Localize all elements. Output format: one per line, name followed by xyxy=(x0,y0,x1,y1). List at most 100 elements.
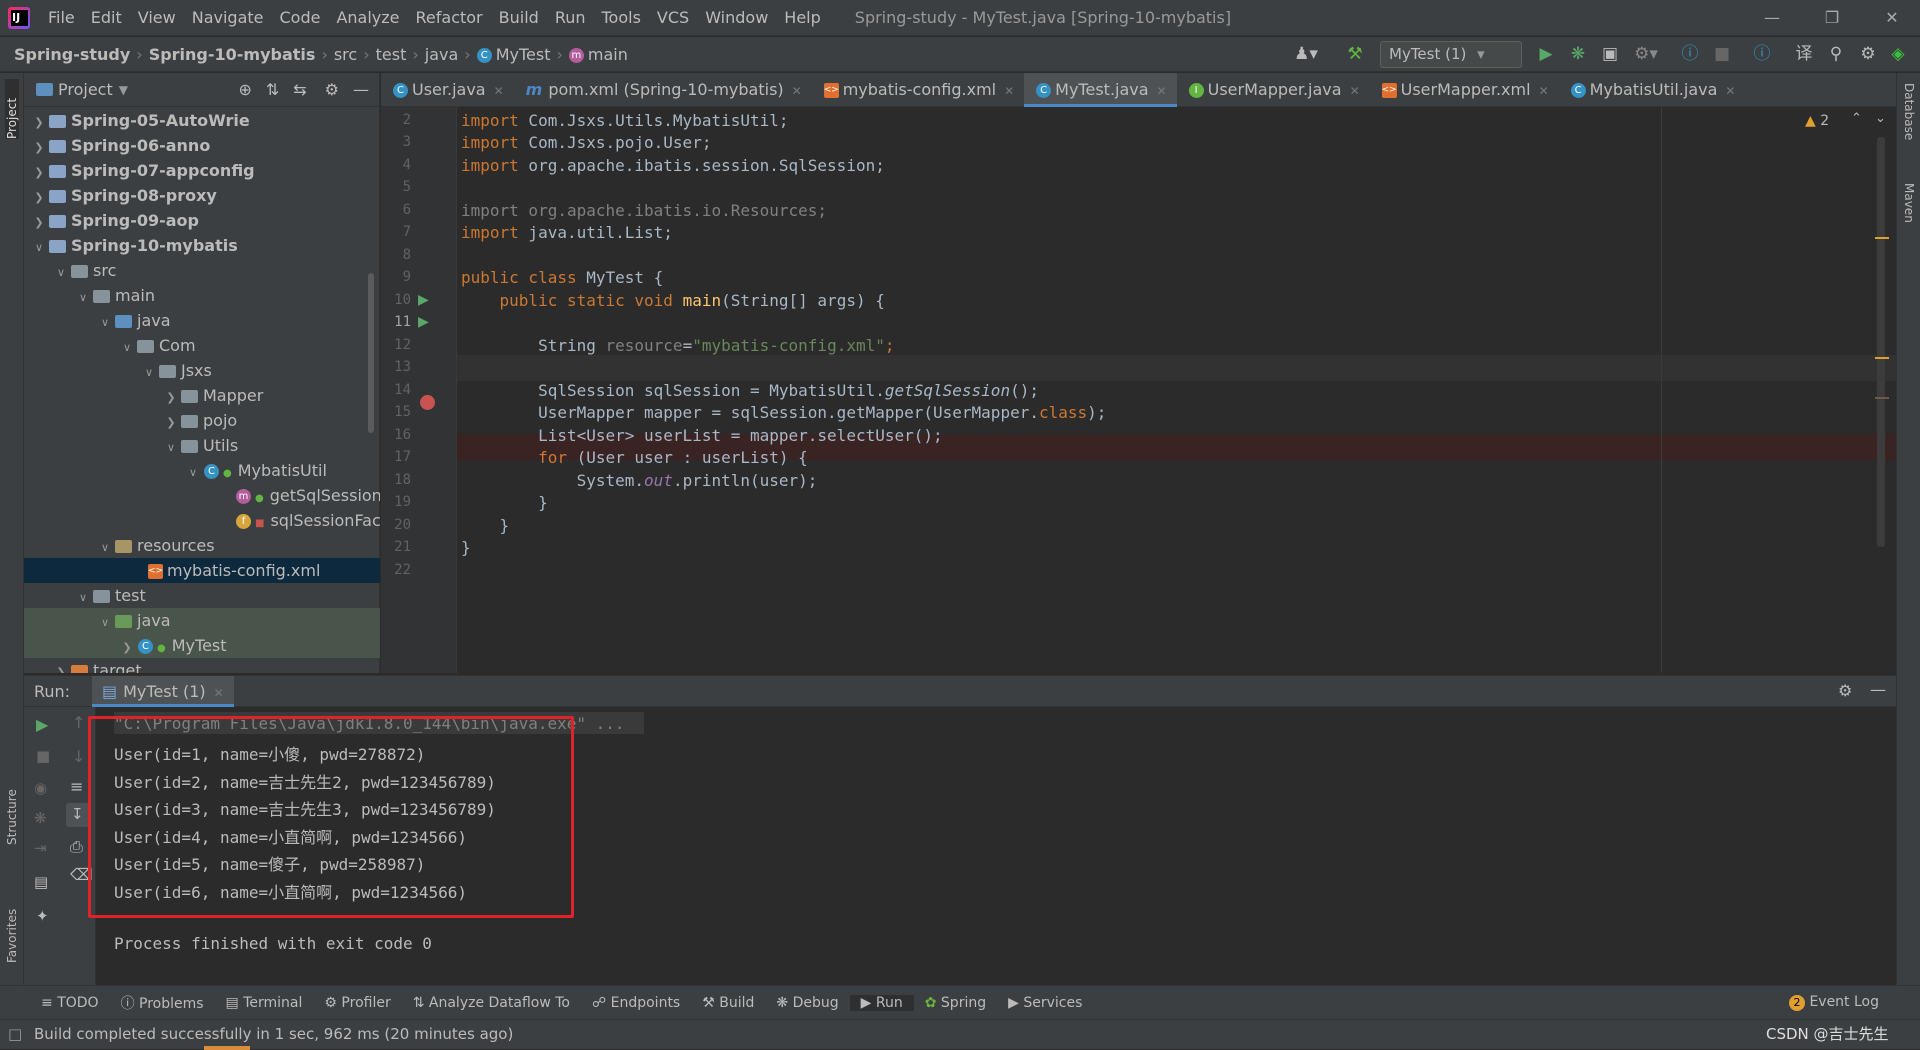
tab-mytest-java[interactable]: C MyTest.java ✕ xyxy=(1024,73,1177,107)
maven-tool-tab[interactable]: Maven xyxy=(1902,183,1916,243)
scroll-to-end-toggle[interactable]: ↧ xyxy=(66,803,90,827)
menu-help[interactable]: Help xyxy=(776,0,828,36)
next-highlight-icon[interactable]: ⌄ xyxy=(1875,111,1886,126)
run-configuration-select[interactable]: MyTest (1) ▾ xyxy=(1380,41,1522,68)
tab-pom-xml[interactable]: m pom.xml (Spring-10-mybatis) ✕ xyxy=(514,73,812,107)
menu-window[interactable]: Window xyxy=(697,0,776,36)
breakpoint-icon[interactable] xyxy=(420,395,435,410)
tree-item-sqlsessionfactory[interactable]: f■sqlSessionFactory xyxy=(24,508,380,533)
tree-item-mybatis-config[interactable]: <> mybatis-config.xml xyxy=(24,558,380,583)
expand-all-icon[interactable]: ⇅ xyxy=(266,80,279,99)
menu-refactor[interactable]: Refactor xyxy=(408,0,491,36)
menu-navigate[interactable]: Navigate xyxy=(184,0,272,36)
build-hammer-icon[interactable]: ⚒ xyxy=(1340,37,1370,72)
hide-panel-icon[interactable]: — xyxy=(353,80,369,99)
menu-tools[interactable]: Tools xyxy=(594,0,649,36)
layout-icon[interactable]: ▤ xyxy=(34,873,48,891)
editor-scrollbar[interactable] xyxy=(1877,137,1885,547)
tree-item-utils[interactable]: ∨ Utils xyxy=(24,433,380,458)
menu-code[interactable]: Code xyxy=(272,0,329,36)
tree-item-mytest[interactable]: ❯ C ● MyTest xyxy=(24,633,380,658)
close-icon[interactable]: ✕ xyxy=(1864,0,1920,36)
structure-tool-tab[interactable]: Structure xyxy=(5,773,19,845)
stop-icon[interactable]: ■ xyxy=(36,747,50,765)
close-tab-icon[interactable]: ✕ xyxy=(214,686,224,700)
tool-tab-analyze-dataflow[interactable]: ⇅ Analyze Dataflow To xyxy=(402,995,581,1011)
tree-item-test[interactable]: ∨ test xyxy=(24,583,380,608)
tool-tab-spring[interactable]: ✿ Spring xyxy=(914,995,997,1011)
tree-item-java[interactable]: ∨ java xyxy=(24,308,380,333)
user-icon[interactable]: ♟▾ xyxy=(1288,37,1324,72)
run-settings-gear-icon[interactable]: ⚙ xyxy=(1838,681,1852,700)
tool-tab-profiler[interactable]: ⚙ Profiler xyxy=(313,995,401,1011)
tool-tab-todo[interactable]: ≡ TODO xyxy=(30,995,110,1011)
project-scrollbar[interactable] xyxy=(368,273,374,433)
debug-bug-icon[interactable]: ❋ xyxy=(1564,37,1592,72)
tree-item-mybatisutil[interactable]: ∨ C ● MybatisUtil xyxy=(24,458,380,483)
tool-tab-terminal[interactable]: ▤ Terminal xyxy=(215,995,314,1011)
hide-run-panel-icon[interactable]: — xyxy=(1870,680,1886,699)
run-icon[interactable]: ▶ xyxy=(1532,37,1560,72)
tree-item-spring05[interactable]: ❯ Spring-05-AutoWrie xyxy=(24,108,380,133)
camera-icon[interactable]: ◉ xyxy=(34,779,47,797)
tree-item-pojo[interactable]: ❯ pojo xyxy=(24,408,380,433)
breadcrumb-module[interactable]: Spring-10-mybatis xyxy=(145,45,320,64)
coverage-icon[interactable]: ▣ xyxy=(1596,37,1624,72)
tree-item-spring08[interactable]: ❯ Spring-08-proxy xyxy=(24,183,380,208)
breadcrumb-test[interactable]: test xyxy=(372,45,411,64)
breadcrumb-class[interactable]: C MyTest xyxy=(473,45,555,64)
warnings-indicator[interactable]: ▲ 2 xyxy=(1805,113,1829,129)
tree-item-com[interactable]: ∨ Com xyxy=(24,333,380,358)
tool-tab-run[interactable]: ▶ Run xyxy=(849,994,914,1011)
tab-mybatisutil-java[interactable]: C MybatisUtil.java ✕ xyxy=(1559,73,1746,107)
run-tab-mytest[interactable]: ▤ MyTest (1) ✕ xyxy=(92,676,234,707)
help-circle-icon[interactable]: ⓘ xyxy=(1676,37,1704,72)
project-tool-tab[interactable]: Project xyxy=(5,79,19,139)
run-gutter-icon[interactable]: ▶ xyxy=(418,314,429,330)
scroll-up-icon[interactable]: ↑ xyxy=(72,713,85,732)
menu-run[interactable]: Run xyxy=(547,0,594,36)
tab-usermapper-java[interactable]: I UserMapper.java ✕ xyxy=(1177,73,1370,107)
warning-marker[interactable] xyxy=(1875,237,1889,239)
tree-item-spring10[interactable]: ∨ Spring-10-mybatis xyxy=(24,233,380,258)
tree-item-src[interactable]: ∨ src xyxy=(24,258,380,283)
rerun-icon[interactable]: ▶ xyxy=(36,715,48,734)
tool-tab-debug[interactable]: ❋ Debug xyxy=(765,995,849,1011)
chevron-down-icon[interactable]: ▼ xyxy=(119,83,128,97)
tool-tab-services[interactable]: ▶ Services xyxy=(997,995,1093,1011)
stop-icon[interactable]: ■ xyxy=(1708,37,1736,72)
menu-build[interactable]: Build xyxy=(491,0,547,36)
tree-item-jsxs[interactable]: ∨ Jsxs xyxy=(24,358,380,383)
code-editor[interactable]: 2 3 4 5 6 7 8 9 10 11 12 13 14 15 16 17 … xyxy=(381,107,1896,673)
restore-icon[interactable]: ❐ xyxy=(1804,0,1860,36)
menu-edit[interactable]: Edit xyxy=(83,0,130,36)
breadcrumb-java[interactable]: java xyxy=(421,45,463,64)
print-icon[interactable]: ⎙ xyxy=(70,837,83,857)
tab-mybatis-config[interactable]: <> mybatis-config.xml ✕ xyxy=(812,73,1024,107)
favorites-tool-tab[interactable]: Favorites xyxy=(5,893,19,963)
run-gutter-icon[interactable]: ▶ xyxy=(418,292,429,308)
menu-analyze[interactable]: Analyze xyxy=(328,0,407,36)
menu-vcs[interactable]: VCS xyxy=(649,0,697,36)
breadcrumb-src[interactable]: src xyxy=(330,45,361,64)
status-layout-icon[interactable]: □ xyxy=(8,1020,22,1048)
tree-item-getsqlsession[interactable]: m ● getSqlSession xyxy=(24,483,380,508)
tree-item-spring09[interactable]: ❯ Spring-09-aop xyxy=(24,208,380,233)
menu-view[interactable]: View xyxy=(130,0,184,36)
tree-item-mapper[interactable]: ❯ Mapper xyxy=(24,383,380,408)
panel-settings-gear-icon[interactable]: ⚙ xyxy=(325,80,339,99)
tree-item-spring07[interactable]: ❯ Spring-07-appconfig xyxy=(24,158,380,183)
locate-icon[interactable]: ⊕ xyxy=(238,80,251,99)
profile-icon[interactable]: ⚙▾ xyxy=(1626,37,1666,72)
tree-item-target[interactable]: ❯ target xyxy=(24,658,380,673)
exit-icon[interactable]: ⇥ xyxy=(34,839,47,857)
tree-item-resources[interactable]: ∨ resources xyxy=(24,533,380,558)
previous-highlight-icon[interactable]: ⌃ xyxy=(1851,111,1862,126)
menu-file[interactable]: File xyxy=(40,0,83,36)
minimize-icon[interactable]: — xyxy=(1744,0,1800,36)
warning-marker[interactable] xyxy=(1875,357,1889,359)
tool-tab-build[interactable]: ⚒ Build xyxy=(691,995,765,1011)
tool-tab-problems[interactable]: ⓘ Problems xyxy=(110,993,215,1013)
tree-item-main[interactable]: ∨ main xyxy=(24,283,380,308)
scroll-down-icon[interactable]: ↓ xyxy=(72,747,85,766)
